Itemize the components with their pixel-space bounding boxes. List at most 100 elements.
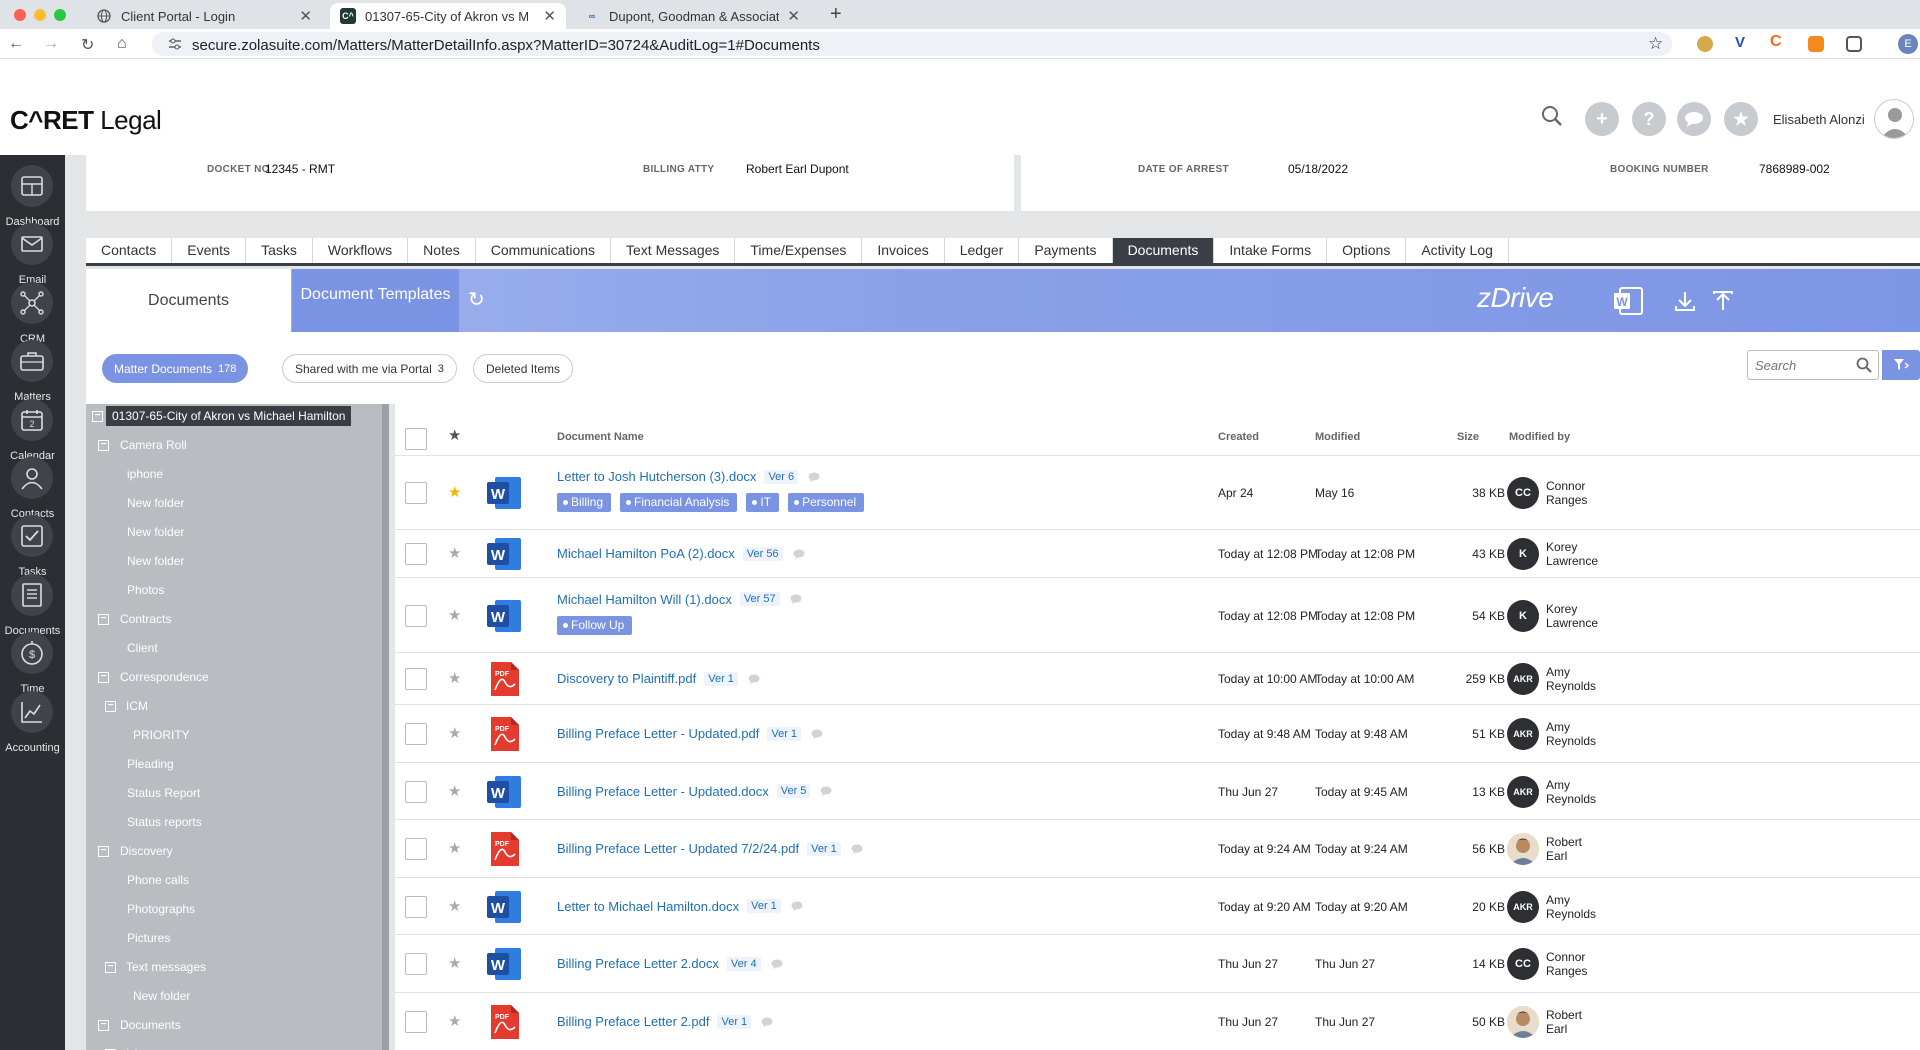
tree-folder[interactable]: Photographs — [127, 899, 195, 919]
table-row[interactable]: ★ PDF Discovery to Plaintiff.pdf Ver 1 Today… — [395, 652, 1920, 704]
table-row[interactable]: ★ W Michael Hamilton PoA (2).docx Ver 56 Tod… — [395, 529, 1920, 577]
table-row[interactable]: ★ W Michael Hamilton Will (1).docx Ver 57 Fo… — [395, 577, 1920, 652]
row-checkbox[interactable] — [405, 838, 427, 860]
matter-documents-filter[interactable]: Matter Documents 178 — [102, 354, 249, 383]
user-name[interactable]: Elisabeth Alonzi — [1773, 112, 1865, 127]
tab-workflows[interactable]: Workflows — [313, 238, 409, 263]
extension-c-icon[interactable]: C — [1770, 33, 1786, 50]
favorite-star-icon[interactable]: ★ — [448, 1012, 461, 1030]
tree-folder[interactable]: Client — [127, 638, 158, 658]
search-input[interactable] — [1748, 351, 1848, 379]
comment-icon[interactable] — [790, 594, 802, 604]
select-all-checkbox[interactable] — [405, 428, 427, 450]
tab-notes[interactable]: Notes — [408, 238, 476, 263]
forward-icon[interactable]: → — [43, 35, 59, 53]
favorite-star-icon[interactable]: ★ — [448, 669, 461, 687]
comment-icon[interactable] — [793, 549, 805, 559]
column-modified[interactable]: Modified — [1315, 431, 1360, 443]
tree-folder[interactable]: PRIORITY — [133, 725, 190, 745]
row-checkbox[interactable] — [405, 543, 427, 565]
back-icon[interactable]: ← — [8, 35, 24, 53]
tab-activity-log[interactable]: Activity Log — [1406, 238, 1509, 263]
tree-scrollbar[interactable] — [382, 404, 389, 1050]
tree-folder[interactable]: Camera Roll — [120, 435, 187, 455]
upload-icon[interactable] — [1711, 289, 1735, 313]
table-row[interactable]: ★ PDF Billing Preface Letter - Updated.pdf… — [395, 704, 1920, 762]
document-name-link[interactable]: Letter to Michael Hamilton.docx Ver 1 — [557, 899, 803, 914]
tab-documents[interactable]: Documents — [1112, 238, 1215, 263]
tab-contacts[interactable]: Contacts — [86, 238, 173, 263]
version-badge[interactable]: Ver 1 — [767, 726, 802, 741]
collapse-icon[interactable]: − — [98, 614, 109, 625]
document-templates-subtab[interactable]: Document Templates — [292, 269, 459, 332]
home-icon[interactable]: ⌂ — [117, 35, 127, 53]
document-name-link[interactable]: Letter to Josh Hutcherson (3).docx Ver 6 — [557, 469, 820, 484]
close-tab-icon[interactable]: ✕ — [299, 7, 312, 25]
table-row[interactable]: ★ PDF Billing Preface Letter - Updated 7/2… — [395, 819, 1920, 877]
column-size[interactable]: Size — [1457, 431, 1479, 443]
collapse-icon[interactable]: − — [98, 440, 109, 451]
favorite-star-icon[interactable]: ★ — [448, 483, 461, 501]
favorites-star-icon[interactable]: ★ — [1724, 102, 1758, 136]
version-badge[interactable]: Ver 6 — [764, 469, 799, 484]
favorite-star-icon[interactable]: ★ — [448, 782, 461, 800]
download-icon[interactable] — [1673, 289, 1697, 313]
table-row[interactable]: ★ W Letter to Michael Hamilton.docx Ver 1 To… — [395, 877, 1920, 934]
tree-folder[interactable]: Phone calls — [127, 870, 189, 890]
zdrive-logo[interactable]: zDrive — [1477, 282, 1554, 314]
browser-tab-dupont[interactable]: ∞ Dupont, Goodman & Associat ✕ — [574, 3, 810, 29]
document-name-link[interactable]: Billing Preface Letter - Updated.pdf Ver … — [557, 726, 823, 741]
bookmark-star-icon[interactable]: ☆ — [1648, 34, 1663, 54]
extension-cookie-icon[interactable] — [1697, 36, 1713, 52]
favorite-star-icon[interactable]: ★ — [448, 544, 461, 562]
comment-icon[interactable] — [771, 959, 783, 969]
tree-folder[interactable]: ICM — [126, 696, 148, 716]
collapse-icon[interactable]: − — [98, 672, 109, 683]
comment-icon[interactable] — [808, 472, 820, 482]
refresh-icon[interactable]: ↻ — [468, 287, 485, 312]
caret-legal-logo[interactable]: C^RET Legal — [10, 105, 162, 136]
deleted-items-filter[interactable]: Deleted Items — [473, 354, 574, 383]
extension-capture-icon[interactable] — [1808, 36, 1824, 52]
column-created[interactable]: Created — [1218, 431, 1259, 443]
browser-tab-matter[interactable]: C^ 01307-65-City of Akron vs M ✕ — [330, 3, 566, 29]
tab-payments[interactable]: Payments — [1019, 238, 1113, 263]
tag-badge[interactable]: IT — [746, 493, 780, 512]
collapse-icon[interactable]: − — [98, 846, 109, 857]
comment-icon[interactable] — [820, 786, 832, 796]
favorite-star-icon[interactable]: ★ — [448, 839, 461, 857]
collapse-icon[interactable]: − — [105, 701, 116, 712]
close-tab-icon[interactable]: ✕ — [543, 7, 556, 25]
collapse-icon[interactable]: − — [98, 1020, 109, 1031]
tree-folder[interactable]: Pleading — [127, 754, 174, 774]
row-checkbox[interactable] — [405, 1011, 427, 1033]
comment-icon[interactable] — [811, 729, 823, 739]
row-checkbox[interactable] — [405, 953, 427, 975]
reload-icon[interactable]: ↻ — [81, 35, 94, 55]
tab-time-expenses[interactable]: Time/Expenses — [735, 238, 863, 263]
column-modified-by[interactable]: Modified by — [1509, 431, 1570, 443]
help-icon[interactable]: ? — [1632, 102, 1666, 136]
tag-badge[interactable]: Billing — [557, 493, 612, 512]
extension-v-icon[interactable]: V — [1735, 34, 1751, 51]
tree-folder[interactable]: Discovery — [120, 841, 173, 861]
row-checkbox[interactable] — [405, 482, 427, 504]
tab-options[interactable]: Options — [1327, 238, 1407, 263]
add-icon[interactable]: + — [1585, 102, 1619, 136]
tab-tasks[interactable]: Tasks — [246, 238, 313, 263]
table-row[interactable]: ★ W Billing Preface Letter 2.docx Ver 4 Thu … — [395, 934, 1920, 992]
documents-subtab[interactable]: Documents — [86, 269, 291, 332]
version-badge[interactable]: Ver 1 — [704, 671, 738, 686]
tree-folder[interactable]: L3 — [126, 1044, 139, 1050]
tab-events[interactable]: Events — [172, 238, 247, 263]
window-minimize-icon[interactable] — [34, 9, 46, 21]
tree-folder[interactable]: Status Report — [127, 783, 200, 803]
row-checkbox[interactable] — [405, 604, 427, 627]
tree-folder[interactable]: iphone — [127, 464, 163, 484]
comment-icon[interactable] — [761, 1017, 773, 1027]
tab-intake-forms[interactable]: Intake Forms — [1214, 238, 1328, 263]
shared-via-portal-filter[interactable]: Shared with me via Portal 3 — [282, 354, 457, 383]
comment-icon[interactable] — [748, 674, 760, 684]
table-row[interactable]: ★ W Billing Preface Letter - Updated.docx V… — [395, 762, 1920, 819]
comment-icon[interactable] — [791, 901, 803, 911]
